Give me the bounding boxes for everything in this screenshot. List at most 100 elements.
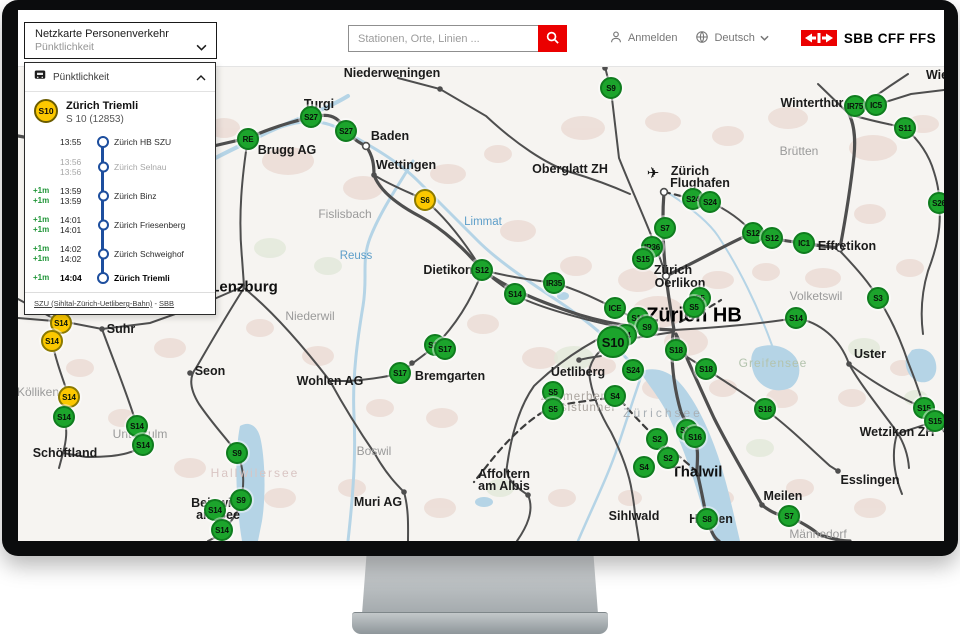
line-badge-s27[interactable]: S27 [335, 120, 357, 142]
language-selector[interactable]: Deutsch [695, 30, 768, 47]
line-badge-s9[interactable]: S9 [636, 316, 658, 338]
login-label: Anmelden [628, 32, 678, 44]
line-badge-s9[interactable]: S9 [226, 442, 248, 464]
line-badge-ir35[interactable]: IR35 [543, 272, 565, 294]
airport-icon: ✈ [647, 164, 660, 182]
stop-times: 13:5613:56 [60, 157, 92, 177]
line-badge-s7[interactable]: S7 [778, 505, 800, 527]
line-badge-s14[interactable]: S14 [504, 283, 526, 305]
line-badge-s2[interactable]: S2 [657, 447, 679, 469]
chevron-up-icon [196, 68, 206, 86]
timeline-marker [95, 152, 111, 181]
login-link[interactable]: Anmelden [609, 30, 678, 47]
line-badge-s17[interactable]: S17 [434, 338, 456, 360]
line-badge-ic1[interactable]: IC1 [793, 232, 815, 254]
line-badge-s4[interactable]: S4 [604, 385, 626, 407]
line-badge-s12[interactable]: S12 [761, 227, 783, 249]
line-badge-s18[interactable]: S18 [665, 339, 687, 361]
train-line-info: S 10 (12853) [66, 113, 138, 126]
line-badge-s16[interactable]: S16 [684, 426, 706, 448]
line-badge-s8[interactable]: S8 [696, 508, 718, 530]
sbb-logo-text: SBB CFF FFS [844, 31, 936, 46]
sbb-logo[interactable]: SBB CFF FFS [801, 30, 936, 46]
stop-name: Zürich Triemli [114, 273, 211, 283]
line-badge-s15[interactable]: S15 [632, 248, 654, 270]
line-badge-s10[interactable]: S10 [597, 326, 629, 358]
stop-row: +1m14:04 Zürich Triemli [33, 268, 211, 288]
screen: NiederweningenTurgiBadenBrugg AGWettinge… [18, 10, 944, 541]
punctuality-panel: Pünktlichkeit S10 Zürich Triemli S 10 (1… [24, 62, 216, 315]
stop-row: 13:5613:56 Zürich Selnau [33, 152, 211, 181]
line-badge-ic5[interactable]: IC5 [865, 94, 887, 116]
stop-times: 14:0114:01 [60, 215, 92, 235]
search-icon [545, 30, 560, 48]
line-badge-s14[interactable]: S14 [53, 406, 75, 428]
stop-name: Zürich Selnau [114, 162, 211, 172]
panel-header[interactable]: Pünktlichkeit [25, 63, 215, 92]
line-badge-s9[interactable]: S9 [230, 489, 252, 511]
line-badge-s15[interactable]: S15 [924, 410, 944, 432]
line-badge-s5[interactable]: S5 [683, 296, 705, 318]
line-badge-s18[interactable]: S18 [754, 398, 776, 420]
stop-row: +1m+1m14:0114:01 Zürich Friesenberg [33, 210, 211, 239]
line-badge-s14[interactable]: S14 [58, 386, 80, 408]
line-badge-s9[interactable]: S9 [600, 77, 622, 99]
stop-row: 13:55 Zürich HB SZU [33, 132, 211, 152]
line-badge-s14[interactable]: S14 [41, 330, 63, 352]
globe-icon [695, 30, 709, 47]
stop-times: 13:5913:59 [60, 186, 92, 206]
layer-selector-subtitle: Pünktlichkeit [35, 41, 194, 54]
stop-delays: +1m+1m [33, 244, 57, 264]
sbb-flag-icon [801, 30, 837, 46]
footer-link[interactable]: SBB [159, 299, 174, 308]
line-badge-s10-selected: S10 [34, 99, 58, 123]
line-badge-s4[interactable]: S4 [633, 456, 655, 478]
timeline-marker [95, 268, 111, 288]
monitor-stand-neck [362, 552, 598, 614]
chevron-down-icon [196, 38, 207, 56]
line-badge-s3[interactable]: S3 [867, 287, 889, 309]
timeline-marker [95, 132, 111, 152]
line-badge-s5[interactable]: S5 [542, 398, 564, 420]
line-badge-s14[interactable]: S14 [785, 307, 807, 329]
line-badge-ir75[interactable]: IR75 [844, 95, 866, 117]
line-badge-s17[interactable]: S17 [389, 362, 411, 384]
panel-footer: SZU (Sihltal-Zürich-Uetliberg-Bahn) - SB… [25, 292, 215, 314]
line-badge-s18[interactable]: S18 [695, 358, 717, 380]
train-destination: Zürich Triemli [66, 99, 138, 113]
footer-link[interactable]: SZU (Sihltal-Zürich-Uetliberg-Bahn) [34, 299, 152, 308]
line-badge-s27[interactable]: S27 [300, 106, 322, 128]
stop-delays: +1m [33, 273, 57, 283]
line-badge-ice[interactable]: ICE [604, 297, 626, 319]
line-badge-s14[interactable]: S14 [204, 499, 226, 521]
stop-name: Zürich HB SZU [114, 137, 211, 147]
line-badge-s24[interactable]: S24 [622, 359, 644, 381]
chevron-down-icon [760, 32, 769, 44]
stop-times: 14:04 [60, 273, 92, 283]
stop-delays: +1m+1m [33, 215, 57, 235]
monitor-stand-base [352, 612, 608, 634]
train-summary: S10 Zürich Triemli S 10 (12853) [25, 92, 215, 130]
line-badge-s12[interactable]: S12 [471, 259, 493, 281]
stop-times: 13:55 [60, 137, 92, 147]
line-badge-s14[interactable]: S14 [211, 519, 233, 541]
line-badge-s14[interactable]: S14 [132, 434, 154, 456]
stop-row: +1m+1m14:0214:02Zürich Schweighof [33, 239, 211, 268]
stop-times: 14:0214:02 [60, 244, 92, 264]
stop-name: Zürich Friesenberg [114, 220, 211, 230]
user-icon [609, 30, 623, 47]
timeline-marker [95, 210, 111, 239]
search-input[interactable] [348, 25, 538, 52]
search-button[interactable] [538, 25, 567, 52]
line-badge-s11[interactable]: S11 [894, 117, 916, 139]
line-badge-s26[interactable]: S26 [928, 192, 944, 214]
panel-title: Pünktlichkeit [53, 72, 189, 83]
layer-selector-dropdown[interactable]: Netzkarte Personenverkehr Pünktlichkeit [24, 22, 217, 59]
line-badge-s24[interactable]: S24 [699, 191, 721, 213]
search-bar [348, 25, 567, 52]
line-badge-s6[interactable]: S6 [414, 189, 436, 211]
line-badge-s7[interactable]: S7 [654, 217, 676, 239]
line-badge-re[interactable]: RE [237, 128, 259, 150]
timeline-marker [95, 239, 111, 268]
stop-row: +1m+1m13:5913:59Zürich Binz [33, 181, 211, 210]
